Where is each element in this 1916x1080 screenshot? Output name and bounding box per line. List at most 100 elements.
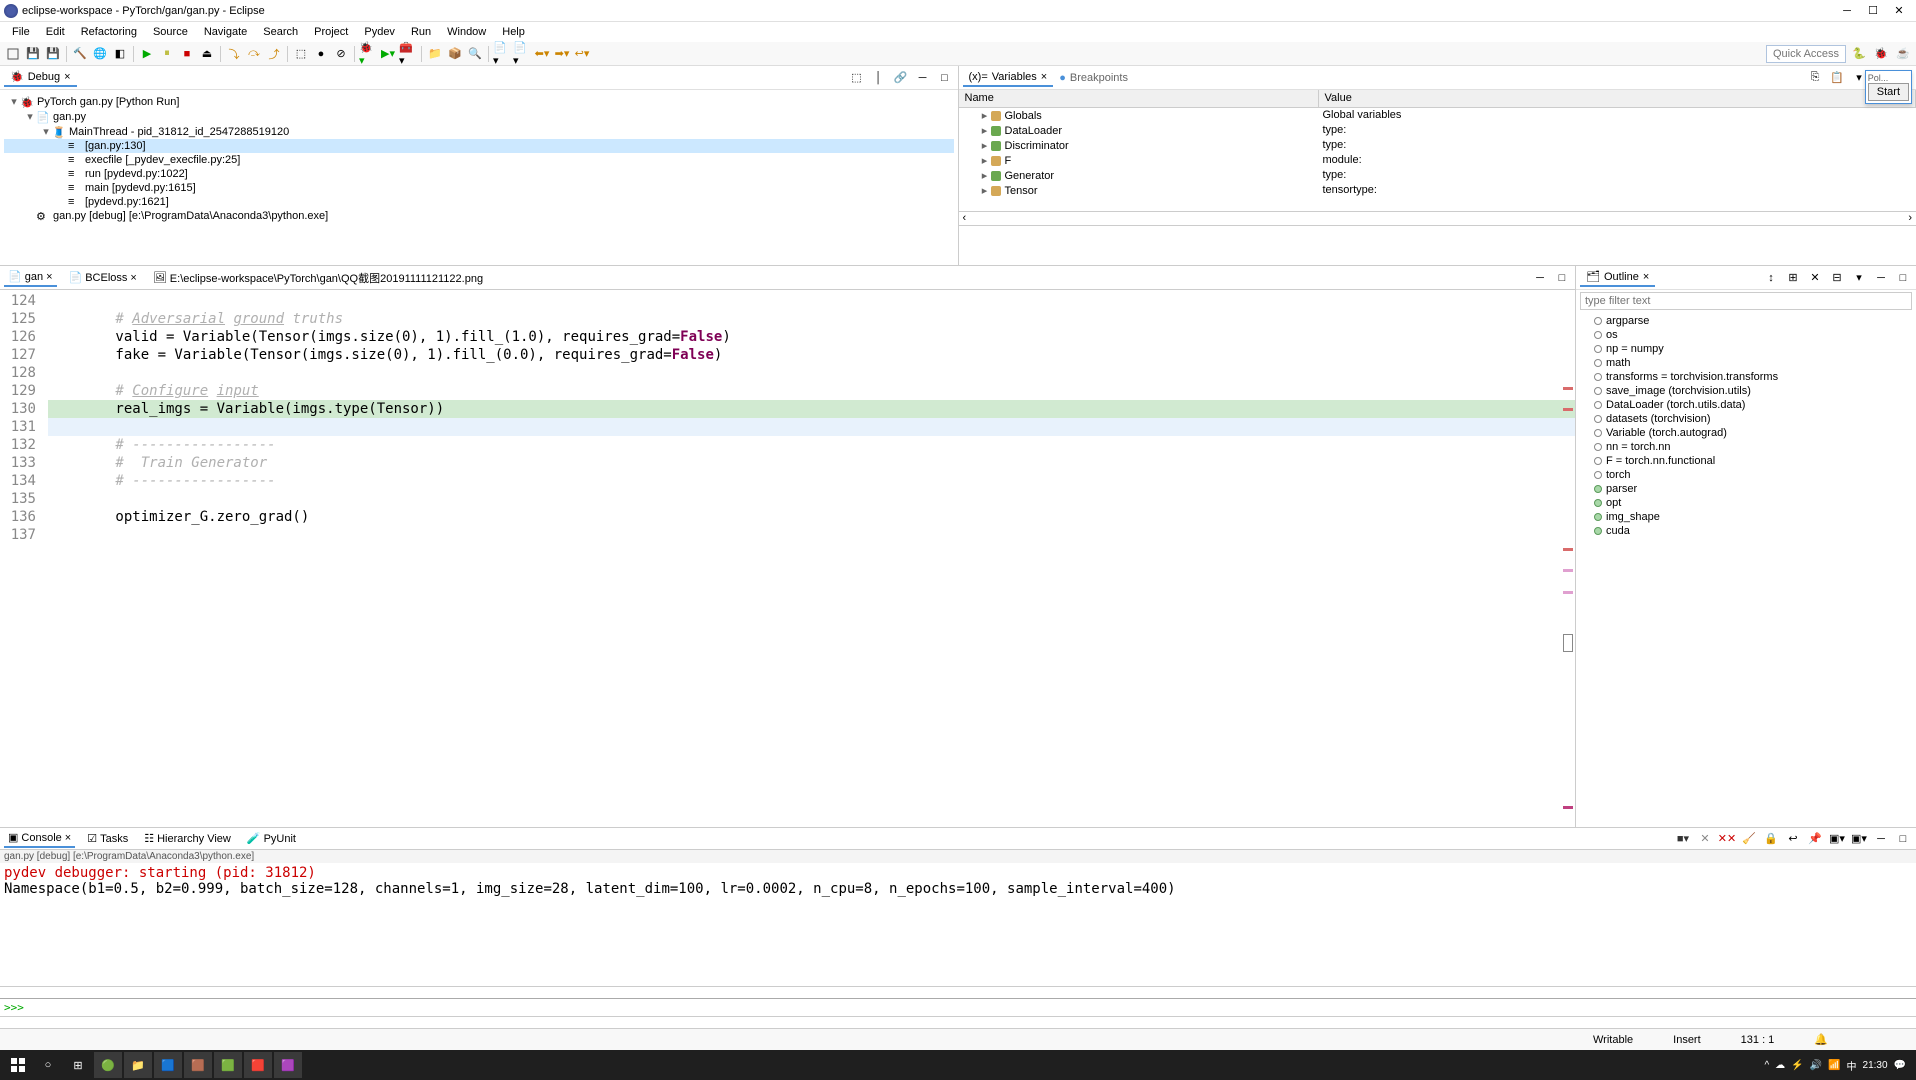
menu-source[interactable]: Source xyxy=(145,24,196,40)
maximize-view-icon[interactable]: □ xyxy=(1894,269,1912,287)
taskbar-app[interactable]: 🟫 xyxy=(184,1052,212,1078)
debug-tree-item[interactable]: ≡run [pydevd.py:1022] xyxy=(4,167,954,181)
console-tab[interactable]: ▣ Console × xyxy=(4,829,75,848)
extern-tools-dropdown[interactable]: 🧰▾ xyxy=(399,45,417,63)
step-return-button[interactable]: ⤴ xyxy=(265,45,283,63)
outline-item[interactable]: math xyxy=(1578,356,1914,370)
menu-edit[interactable]: Edit xyxy=(38,24,73,40)
menu-file[interactable]: File xyxy=(4,24,38,40)
pyunit-tab[interactable]: 🧪 PyUnit xyxy=(243,830,300,847)
tab-gan[interactable]: 📄 gan × xyxy=(4,268,57,287)
close-icon[interactable]: × xyxy=(1041,71,1047,83)
view-menu-icon[interactable]: ▾ xyxy=(1850,269,1868,287)
close-icon[interactable]: × xyxy=(64,71,70,83)
project-button[interactable]: 📁 xyxy=(426,45,444,63)
debug-tree-item[interactable]: ▾🐞PyTorch gan.py [Python Run] xyxy=(4,94,954,109)
outline-item[interactable]: parser xyxy=(1578,482,1914,496)
scroll-lock-button[interactable]: 🔒 xyxy=(1762,830,1780,848)
menu-window[interactable]: Window xyxy=(439,24,494,40)
perspective-pydev-icon[interactable]: 🐍 xyxy=(1850,45,1868,63)
run-dropdown[interactable]: ▶▾ xyxy=(379,45,397,63)
debug-tree-item[interactable]: ≡main [pydevd.py:1615] xyxy=(4,181,954,195)
menu-refactoring[interactable]: Refactoring xyxy=(73,24,145,40)
variable-row[interactable]: ▸DataLoadertype: xyxy=(959,123,1916,138)
maximize-view-icon[interactable]: □ xyxy=(936,69,954,87)
minimize-view-icon[interactable]: ─ xyxy=(914,69,932,87)
collapse-icon[interactable]: 📋 xyxy=(1828,69,1846,87)
outline-item[interactable]: F = torch.nn.functional xyxy=(1578,454,1914,468)
remove-all-button[interactable]: ✕✕ xyxy=(1718,830,1736,848)
taskbar-app-eclipse[interactable]: 🟪 xyxy=(274,1052,302,1078)
suspend-button[interactable]: ⏸ xyxy=(158,45,176,63)
outline-filter-input[interactable] xyxy=(1580,292,1912,310)
sort-icon[interactable]: ↕ xyxy=(1762,269,1780,287)
col-name[interactable]: Name xyxy=(959,90,1319,107)
perspective-debug-icon[interactable]: 🐞 xyxy=(1872,45,1890,63)
start-button[interactable]: Start xyxy=(1868,83,1909,101)
variable-row[interactable]: ▸Tensortensortype: xyxy=(959,183,1916,198)
last-edit-button[interactable]: ↩▾ xyxy=(573,45,591,63)
minimize-button[interactable]: ─ xyxy=(1834,1,1860,21)
variable-row[interactable]: ▸Discriminatortype: xyxy=(959,138,1916,153)
pin-console-button[interactable]: 📌 xyxy=(1806,830,1824,848)
word-wrap-button[interactable]: ↩ xyxy=(1784,830,1802,848)
quick-access-input[interactable] xyxy=(1766,45,1846,63)
debug-tree-item[interactable]: ≡ [pydevd.py:1621] xyxy=(4,195,954,209)
outline-item[interactable]: torch xyxy=(1578,468,1914,482)
clear-console-button[interactable]: 🧹 xyxy=(1740,830,1758,848)
debug-dropdown[interactable]: 🐞▾ xyxy=(359,45,377,63)
outline-item[interactable]: os xyxy=(1578,328,1914,342)
remove-launch-button[interactable]: ✕ xyxy=(1696,830,1714,848)
close-button[interactable]: ✕ xyxy=(1886,1,1912,21)
start-menu-button[interactable] xyxy=(4,1052,32,1078)
toggle-button[interactable]: ◧ xyxy=(111,45,129,63)
outline-item[interactable]: opt xyxy=(1578,496,1914,510)
variables-tab[interactable]: (x)= Variables × xyxy=(963,69,1054,87)
globe-icon[interactable]: 🌐 xyxy=(91,45,109,63)
tasks-tab[interactable]: ☑ Tasks xyxy=(83,830,132,847)
terminate-console-button[interactable]: ■▾ xyxy=(1674,830,1692,848)
open-console-button[interactable]: ▣▾ xyxy=(1850,830,1868,848)
console-scrollbar[interactable] xyxy=(0,986,1916,998)
maximize-view-icon[interactable]: □ xyxy=(1894,830,1912,848)
variable-row[interactable]: ▸Generatortype: xyxy=(959,168,1916,183)
back-button[interactable]: ⬅▾ xyxy=(533,45,551,63)
breakpoints-tab[interactable]: ● Breakpoints xyxy=(1053,70,1134,86)
task-view-button[interactable]: ⊞ xyxy=(64,1052,92,1078)
variables-detail-pane[interactable] xyxy=(959,225,1916,265)
variable-row[interactable]: ▸GlobalsGlobal variables xyxy=(959,108,1916,123)
build-button[interactable]: 🔨 xyxy=(71,45,89,63)
debug-tree-item[interactable]: ⚙gan.py [debug] [e:\ProgramData\Anaconda… xyxy=(4,209,954,223)
close-icon[interactable]: × xyxy=(65,832,71,844)
menu-help[interactable]: Help xyxy=(494,24,533,40)
debug-tree-item[interactable]: ▾🧵MainThread - pid_31812_id_254728851912… xyxy=(4,124,954,139)
search-button[interactable]: 🔍 xyxy=(466,45,484,63)
editor-body[interactable]: 1241251261271281291301311321331341351361… xyxy=(0,290,1575,827)
nav2-dropdown[interactable]: 📄▾ xyxy=(513,45,531,63)
disconnect-button[interactable]: ⏏ xyxy=(198,45,216,63)
breakpoint-button[interactable]: ● xyxy=(312,45,330,63)
status-notification-icon[interactable]: 🔔 xyxy=(1814,1033,1828,1046)
tray-icon[interactable]: ⚡ xyxy=(1791,1060,1803,1071)
debug-tree-item[interactable]: ▾📄gan.py xyxy=(4,109,954,124)
step-into-button[interactable]: ⤵ xyxy=(225,45,243,63)
outline-body[interactable]: argparseosnp = numpymathtransforms = tor… xyxy=(1576,312,1916,827)
outline-tab[interactable]: 🗂 Outline × xyxy=(1580,268,1655,287)
maximize-editor-icon[interactable]: □ xyxy=(1553,269,1571,287)
outline-item[interactable]: nn = torch.nn xyxy=(1578,440,1914,454)
type-icon[interactable]: ⎘ xyxy=(1806,69,1824,87)
nav-dropdown[interactable]: 📄▾ xyxy=(493,45,511,63)
debug-view-menu-icon[interactable]: ⬚ xyxy=(848,69,866,87)
debug-tree-item[interactable]: ≡ [gan.py:130] xyxy=(4,139,954,153)
debug-tree-item[interactable]: ≡execfile [_pydev_execfile.py:25] xyxy=(4,153,954,167)
variables-body[interactable]: ▸GlobalsGlobal variables▸DataLoadertype:… xyxy=(959,108,1916,211)
outline-item[interactable]: cuda xyxy=(1578,524,1914,538)
taskbar-app[interactable]: 🟦 xyxy=(154,1052,182,1078)
outline-item[interactable]: DataLoader (torch.utils.data) xyxy=(1578,398,1914,412)
tray-icon[interactable]: ^ xyxy=(1764,1060,1769,1071)
tab-bceloss[interactable]: 📄 BCEloss × xyxy=(65,269,141,286)
save-button[interactable]: 💾 xyxy=(24,45,42,63)
filter-icon[interactable]: ⊞ xyxy=(1784,269,1802,287)
cortana-button[interactable]: ○ xyxy=(34,1052,62,1078)
debug-tree-icon[interactable]: │ xyxy=(870,69,888,87)
